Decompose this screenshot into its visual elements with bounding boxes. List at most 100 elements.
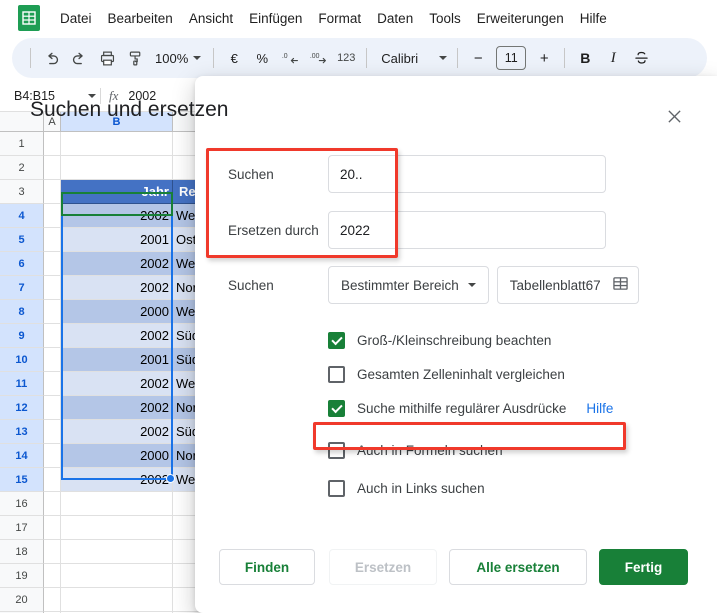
cell-a[interactable] — [44, 156, 61, 180]
cell-a[interactable] — [44, 516, 61, 540]
cell-a[interactable] — [44, 180, 61, 204]
redo-icon[interactable] — [65, 44, 93, 72]
row-header[interactable]: 7 — [0, 276, 44, 300]
menu-item-ansicht[interactable]: Ansicht — [181, 7, 241, 30]
row-header[interactable]: 9 — [0, 324, 44, 348]
row-header[interactable]: 16 — [0, 492, 44, 516]
range-input[interactable]: Tabellenblatt67 — [496, 266, 639, 304]
zoom-level-selector[interactable]: 100% — [149, 44, 207, 72]
checkbox-search-formulas[interactable] — [328, 442, 345, 459]
row-header[interactable]: 11 — [0, 372, 44, 396]
currency-format-button[interactable]: € — [220, 44, 248, 72]
cell-a[interactable] — [44, 132, 61, 156]
row-header[interactable]: 5 — [0, 228, 44, 252]
row-header[interactable]: 17 — [0, 516, 44, 540]
cell-a[interactable] — [44, 228, 61, 252]
decrease-decimal-icon[interactable]: .0 — [276, 44, 304, 72]
menu-item-einfuegen[interactable]: Einfügen — [241, 7, 310, 30]
cell-a[interactable] — [44, 420, 61, 444]
menu-item-format[interactable]: Format — [310, 7, 369, 30]
increase-decimal-icon[interactable]: .00 — [304, 44, 332, 72]
fill-handle[interactable] — [166, 474, 175, 483]
cell-b[interactable]: 2000 — [61, 444, 173, 468]
checkbox-match-case[interactable] — [328, 332, 345, 349]
menu-item-datei[interactable]: Datei — [52, 7, 100, 30]
cell-a[interactable] — [44, 444, 61, 468]
replace-all-button[interactable]: Alle ersetzen — [449, 549, 587, 585]
cell-a[interactable] — [44, 324, 61, 348]
checkbox-row-match-case[interactable]: Groß-/Kleinschreibung beachten — [328, 332, 551, 349]
cell-a[interactable] — [44, 468, 61, 492]
bold-button[interactable]: B — [571, 44, 599, 72]
menu-item-bearbeiten[interactable]: Bearbeiten — [100, 7, 181, 30]
checkbox-row-search-links[interactable]: Auch in Links suchen — [328, 480, 485, 497]
cell-b[interactable]: 2002 — [61, 468, 173, 492]
row-header[interactable]: 13 — [0, 420, 44, 444]
row-header[interactable]: 3 — [0, 180, 44, 204]
range-grid-icon[interactable] — [612, 276, 628, 294]
done-button[interactable]: Fertig — [599, 549, 688, 585]
cell-a[interactable] — [44, 348, 61, 372]
cell-a[interactable] — [44, 276, 61, 300]
cell-a[interactable] — [44, 396, 61, 420]
percent-format-button[interactable]: % — [248, 44, 276, 72]
print-icon[interactable] — [93, 44, 121, 72]
row-header[interactable]: 12 — [0, 396, 44, 420]
cell-a[interactable] — [44, 372, 61, 396]
menu-item-daten[interactable]: Daten — [369, 7, 421, 30]
cell-a[interactable] — [44, 564, 61, 588]
row-header[interactable]: 10 — [0, 348, 44, 372]
font-size-input[interactable]: 11 — [496, 46, 527, 70]
cell-b[interactable] — [61, 540, 173, 564]
cell-b[interactable] — [61, 564, 173, 588]
checkbox-search-links[interactable] — [328, 480, 345, 497]
checkbox-regex[interactable] — [328, 400, 345, 417]
paint-format-icon[interactable] — [121, 44, 149, 72]
cell-a[interactable] — [44, 252, 61, 276]
font-family-selector[interactable]: Calibri — [373, 44, 451, 72]
row-header[interactable]: 14 — [0, 444, 44, 468]
menu-item-tools[interactable]: Tools — [421, 7, 469, 30]
cell-b[interactable] — [61, 492, 173, 516]
row-header[interactable]: 6 — [0, 252, 44, 276]
italic-button[interactable]: I — [599, 44, 627, 72]
checkbox-row-search-formulas[interactable]: Auch in Formeln suchen — [328, 442, 503, 459]
find-button[interactable]: Finden — [219, 549, 315, 585]
increase-font-size-button[interactable]: + — [530, 44, 558, 72]
regex-help-link[interactable]: Hilfe — [586, 401, 613, 416]
menu-item-erweiterungen[interactable]: Erweiterungen — [469, 7, 572, 30]
cell-a[interactable] — [44, 300, 61, 324]
cell-b[interactable]: 2002 — [61, 420, 173, 444]
cell-b[interactable]: Jahr — [61, 180, 173, 204]
checkbox-entire-cell[interactable] — [328, 366, 345, 383]
row-header[interactable]: 8 — [0, 300, 44, 324]
row-header[interactable]: 19 — [0, 564, 44, 588]
cell-b[interactable]: 2001 — [61, 348, 173, 372]
cell-a[interactable] — [44, 204, 61, 228]
find-input[interactable]: 20.. — [328, 155, 606, 193]
number-format-button[interactable]: 123 — [332, 44, 360, 72]
cell-b[interactable] — [61, 156, 173, 180]
cell-b[interactable]: 2002 — [61, 396, 173, 420]
cell-b[interactable]: 2000 — [61, 300, 173, 324]
decrease-font-size-button[interactable]: − — [464, 44, 492, 72]
checkbox-row-regex[interactable]: Suche mithilfe regulärer Ausdrücke Hilfe — [328, 400, 613, 417]
cell-b[interactable] — [61, 132, 173, 156]
cell-b[interactable] — [61, 588, 173, 612]
undo-icon[interactable] — [37, 44, 65, 72]
row-header[interactable]: 15 — [0, 468, 44, 492]
row-header[interactable]: 1 — [0, 132, 44, 156]
replace-button[interactable]: Ersetzen — [329, 549, 437, 585]
cell-a[interactable] — [44, 540, 61, 564]
cell-b[interactable]: 2002 — [61, 276, 173, 300]
cell-b[interactable] — [61, 516, 173, 540]
cell-b[interactable]: 2002 — [61, 372, 173, 396]
cell-a[interactable] — [44, 492, 61, 516]
close-icon[interactable] — [662, 104, 686, 128]
cell-b[interactable]: 2002 — [61, 324, 173, 348]
cell-b[interactable]: 2002 — [61, 204, 173, 228]
row-header[interactable]: 18 — [0, 540, 44, 564]
row-header[interactable]: 20 — [0, 588, 44, 612]
strikethrough-icon[interactable] — [627, 44, 655, 72]
replace-input[interactable]: 2022 — [328, 211, 606, 249]
